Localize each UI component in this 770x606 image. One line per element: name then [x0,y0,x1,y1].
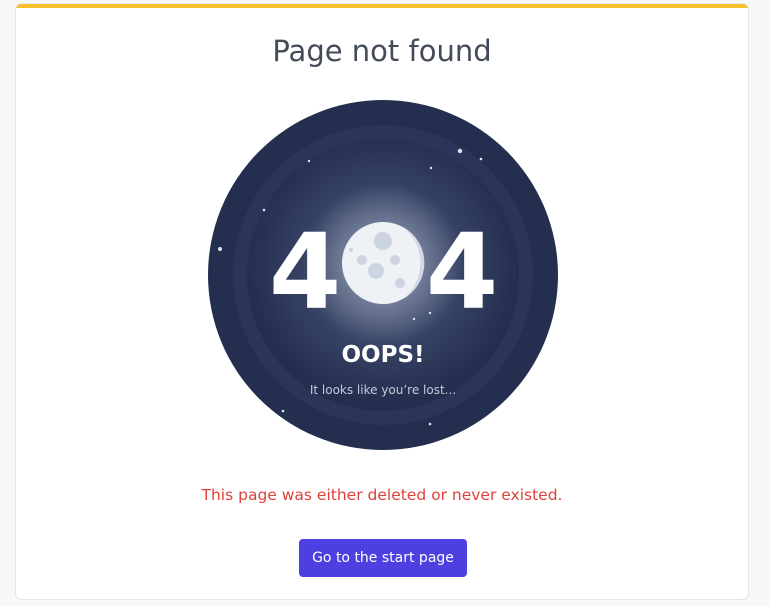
not-found-card: Page not found 4 4 OOPS! It looks like y… [15,3,749,600]
card-accent-bar [16,4,748,8]
404-illustration-svg: 4 4 OOPS! It looks like you’re lost... [208,100,558,450]
404-illustration: 4 4 OOPS! It looks like you’re lost... [208,100,558,450]
error-message: This page was either deleted or never ex… [201,486,563,504]
page-title: Page not found [272,34,492,68]
moon-icon [342,222,425,304]
error-code-digit-left: 4 [269,211,341,333]
error-code-digit-right: 4 [426,211,498,333]
lost-subline: It looks like you’re lost... [310,383,456,397]
go-to-start-page-button[interactable]: Go to the start page [299,539,467,577]
oops-headline: OOPS! [341,342,424,368]
